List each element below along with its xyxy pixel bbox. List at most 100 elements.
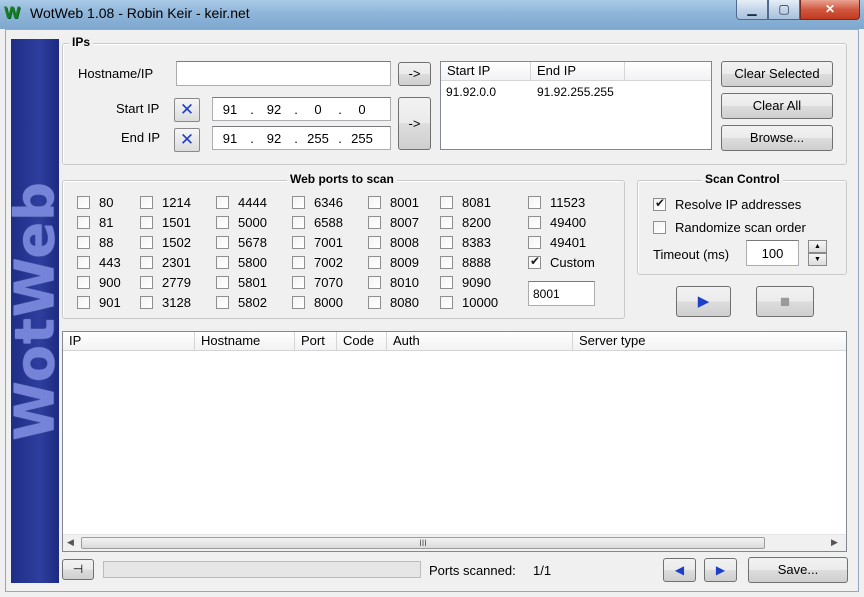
port-checkbox[interactable]: 1501 — [140, 215, 191, 230]
port-checkbox-box[interactable] — [440, 236, 453, 249]
port-checkbox-box[interactable] — [216, 276, 229, 289]
custom-port-input[interactable] — [528, 281, 595, 306]
port-checkbox[interactable]: 5678 — [216, 235, 267, 250]
port-checkbox[interactable]: 10000 — [440, 295, 498, 310]
resolve-ip-checkbox-box[interactable] — [653, 196, 666, 211]
port-checkbox-box[interactable] — [292, 256, 305, 269]
port-checkbox-box[interactable] — [77, 236, 90, 249]
results-horizontal-scrollbar[interactable]: ◀ III ▶ — [63, 534, 846, 551]
scroll-thumb[interactable]: III — [81, 537, 765, 549]
add-hostname-button[interactable]: -> — [398, 62, 431, 86]
stop-scan-button[interactable]: ■ — [756, 286, 814, 317]
port-checkbox[interactable]: 88 — [77, 235, 113, 250]
pin-button[interactable]: ⊣ — [62, 559, 94, 580]
port-checkbox[interactable]: 8009 — [368, 255, 419, 270]
port-checkbox[interactable]: 900 — [77, 275, 121, 290]
port-checkbox[interactable]: 6588 — [292, 215, 343, 230]
port-checkbox-box[interactable] — [292, 236, 305, 249]
results-header-port[interactable]: Port — [295, 332, 337, 351]
port-checkbox-box[interactable] — [140, 236, 153, 249]
port-checkbox-box[interactable] — [77, 196, 90, 209]
port-checkbox[interactable]: 80 — [77, 195, 113, 210]
end-ip-octet-3[interactable]: 255 — [301, 131, 335, 146]
end-ip-octet-1[interactable]: 91 — [213, 131, 247, 146]
port-checkbox-box[interactable] — [77, 296, 90, 309]
port-checkbox[interactable]: 81 — [77, 215, 113, 230]
port-checkbox[interactable]: 5801 — [216, 275, 267, 290]
port-checkbox[interactable]: 8200 — [440, 215, 491, 230]
port-checkbox-box[interactable] — [440, 296, 453, 309]
port-checkbox-box[interactable] — [292, 216, 305, 229]
port-checkbox[interactable]: 8081 — [440, 195, 491, 210]
port-checkbox-box[interactable] — [368, 296, 381, 309]
results-header-auth[interactable]: Auth — [387, 332, 573, 351]
port-checkbox[interactable]: 8000 — [292, 295, 343, 310]
port-checkbox-box[interactable] — [140, 256, 153, 269]
title-bar[interactable]: W WotWeb 1.08 - Robin Keir - keir.net ▁ … — [0, 0, 864, 29]
port-checkbox-box[interactable] — [216, 196, 229, 209]
port-checkbox-box[interactable] — [140, 216, 153, 229]
resolve-ip-checkbox[interactable]: Resolve IP addresses — [653, 196, 801, 212]
port-checkbox[interactable]: 8008 — [368, 235, 419, 250]
hostname-input[interactable] — [176, 61, 391, 86]
port-checkbox-box[interactable] — [292, 196, 305, 209]
port-checkbox-box[interactable] — [77, 256, 90, 269]
previous-button[interactable]: ◀ — [663, 558, 696, 582]
results-header-server-type[interactable]: Server type — [573, 332, 846, 351]
port-checkbox[interactable]: 8007 — [368, 215, 419, 230]
results-header-ip[interactable]: IP — [63, 332, 195, 351]
port-checkbox-box[interactable] — [440, 256, 453, 269]
clear-all-button[interactable]: Clear All — [721, 93, 833, 119]
port-checkbox-box[interactable] — [216, 236, 229, 249]
range-header-end-ip[interactable]: End IP — [531, 62, 625, 81]
port-checkbox-box[interactable] — [140, 196, 153, 209]
scroll-left-icon[interactable]: ◀ — [67, 537, 74, 548]
port-checkbox-box[interactable] — [292, 296, 305, 309]
port-checkbox[interactable]: 8383 — [440, 235, 491, 250]
port-checkbox[interactable]: 4444 — [216, 195, 267, 210]
port-checkbox[interactable]: 6346 — [292, 195, 343, 210]
port-checkbox-box[interactable] — [216, 296, 229, 309]
port-checkbox-box[interactable] — [528, 196, 541, 209]
port-checkbox[interactable]: 8010 — [368, 275, 419, 290]
port-checkbox-box[interactable] — [368, 196, 381, 209]
port-checkbox[interactable]: 49401 — [528, 235, 586, 250]
port-checkbox-box[interactable] — [77, 276, 90, 289]
save-button[interactable]: Save... — [748, 557, 848, 583]
port-checkbox-box[interactable] — [140, 296, 153, 309]
end-ip-octet-2[interactable]: 92 — [257, 131, 291, 146]
timeout-input[interactable] — [746, 240, 799, 266]
port-checkbox-box[interactable] — [368, 216, 381, 229]
port-checkbox-box[interactable] — [368, 236, 381, 249]
port-checkbox[interactable]: 49400 — [528, 215, 586, 230]
minimize-button[interactable]: ▁ — [736, 0, 768, 20]
randomize-order-checkbox[interactable]: Randomize scan order — [653, 220, 806, 235]
port-checkbox-box[interactable] — [140, 276, 153, 289]
next-button[interactable]: ▶ — [704, 558, 737, 582]
port-checkbox[interactable]: 9090 — [440, 275, 491, 290]
port-checkbox[interactable]: 1502 — [140, 235, 191, 250]
ip-range-list[interactable]: Start IP End IP 91.92.0.0 91.92.255.255 — [440, 61, 712, 150]
start-ip-octet-3[interactable]: 0 — [301, 102, 335, 117]
start-ip-octet-4[interactable]: 0 — [345, 102, 379, 117]
port-checkbox[interactable]: 2301 — [140, 255, 191, 270]
port-checkbox-box[interactable] — [528, 254, 541, 269]
start-ip-octet-2[interactable]: 92 — [257, 102, 291, 117]
port-checkbox[interactable]: 8001 — [368, 195, 419, 210]
port-checkbox[interactable]: 8888 — [440, 255, 491, 270]
port-checkbox-box[interactable] — [440, 196, 453, 209]
port-checkbox-box[interactable] — [368, 256, 381, 269]
port-checkbox-box[interactable] — [292, 276, 305, 289]
port-checkbox[interactable]: 5000 — [216, 215, 267, 230]
port-checkbox-box[interactable] — [440, 216, 453, 229]
port-checkbox-box[interactable] — [528, 236, 541, 249]
add-range-button[interactable]: -> — [398, 97, 431, 150]
port-checkbox[interactable]: 3128 — [140, 295, 191, 310]
port-checkbox[interactable]: 5802 — [216, 295, 267, 310]
results-list[interactable]: IP Hostname Port Code Auth Server type ◀… — [62, 331, 847, 552]
close-button[interactable]: ✕ — [800, 0, 860, 20]
port-checkbox[interactable]: 8080 — [368, 295, 419, 310]
port-checkbox-box[interactable] — [216, 256, 229, 269]
port-checkbox[interactable]: 11523 — [528, 195, 585, 210]
clear-end-ip-button[interactable]: ✕ — [174, 128, 200, 152]
